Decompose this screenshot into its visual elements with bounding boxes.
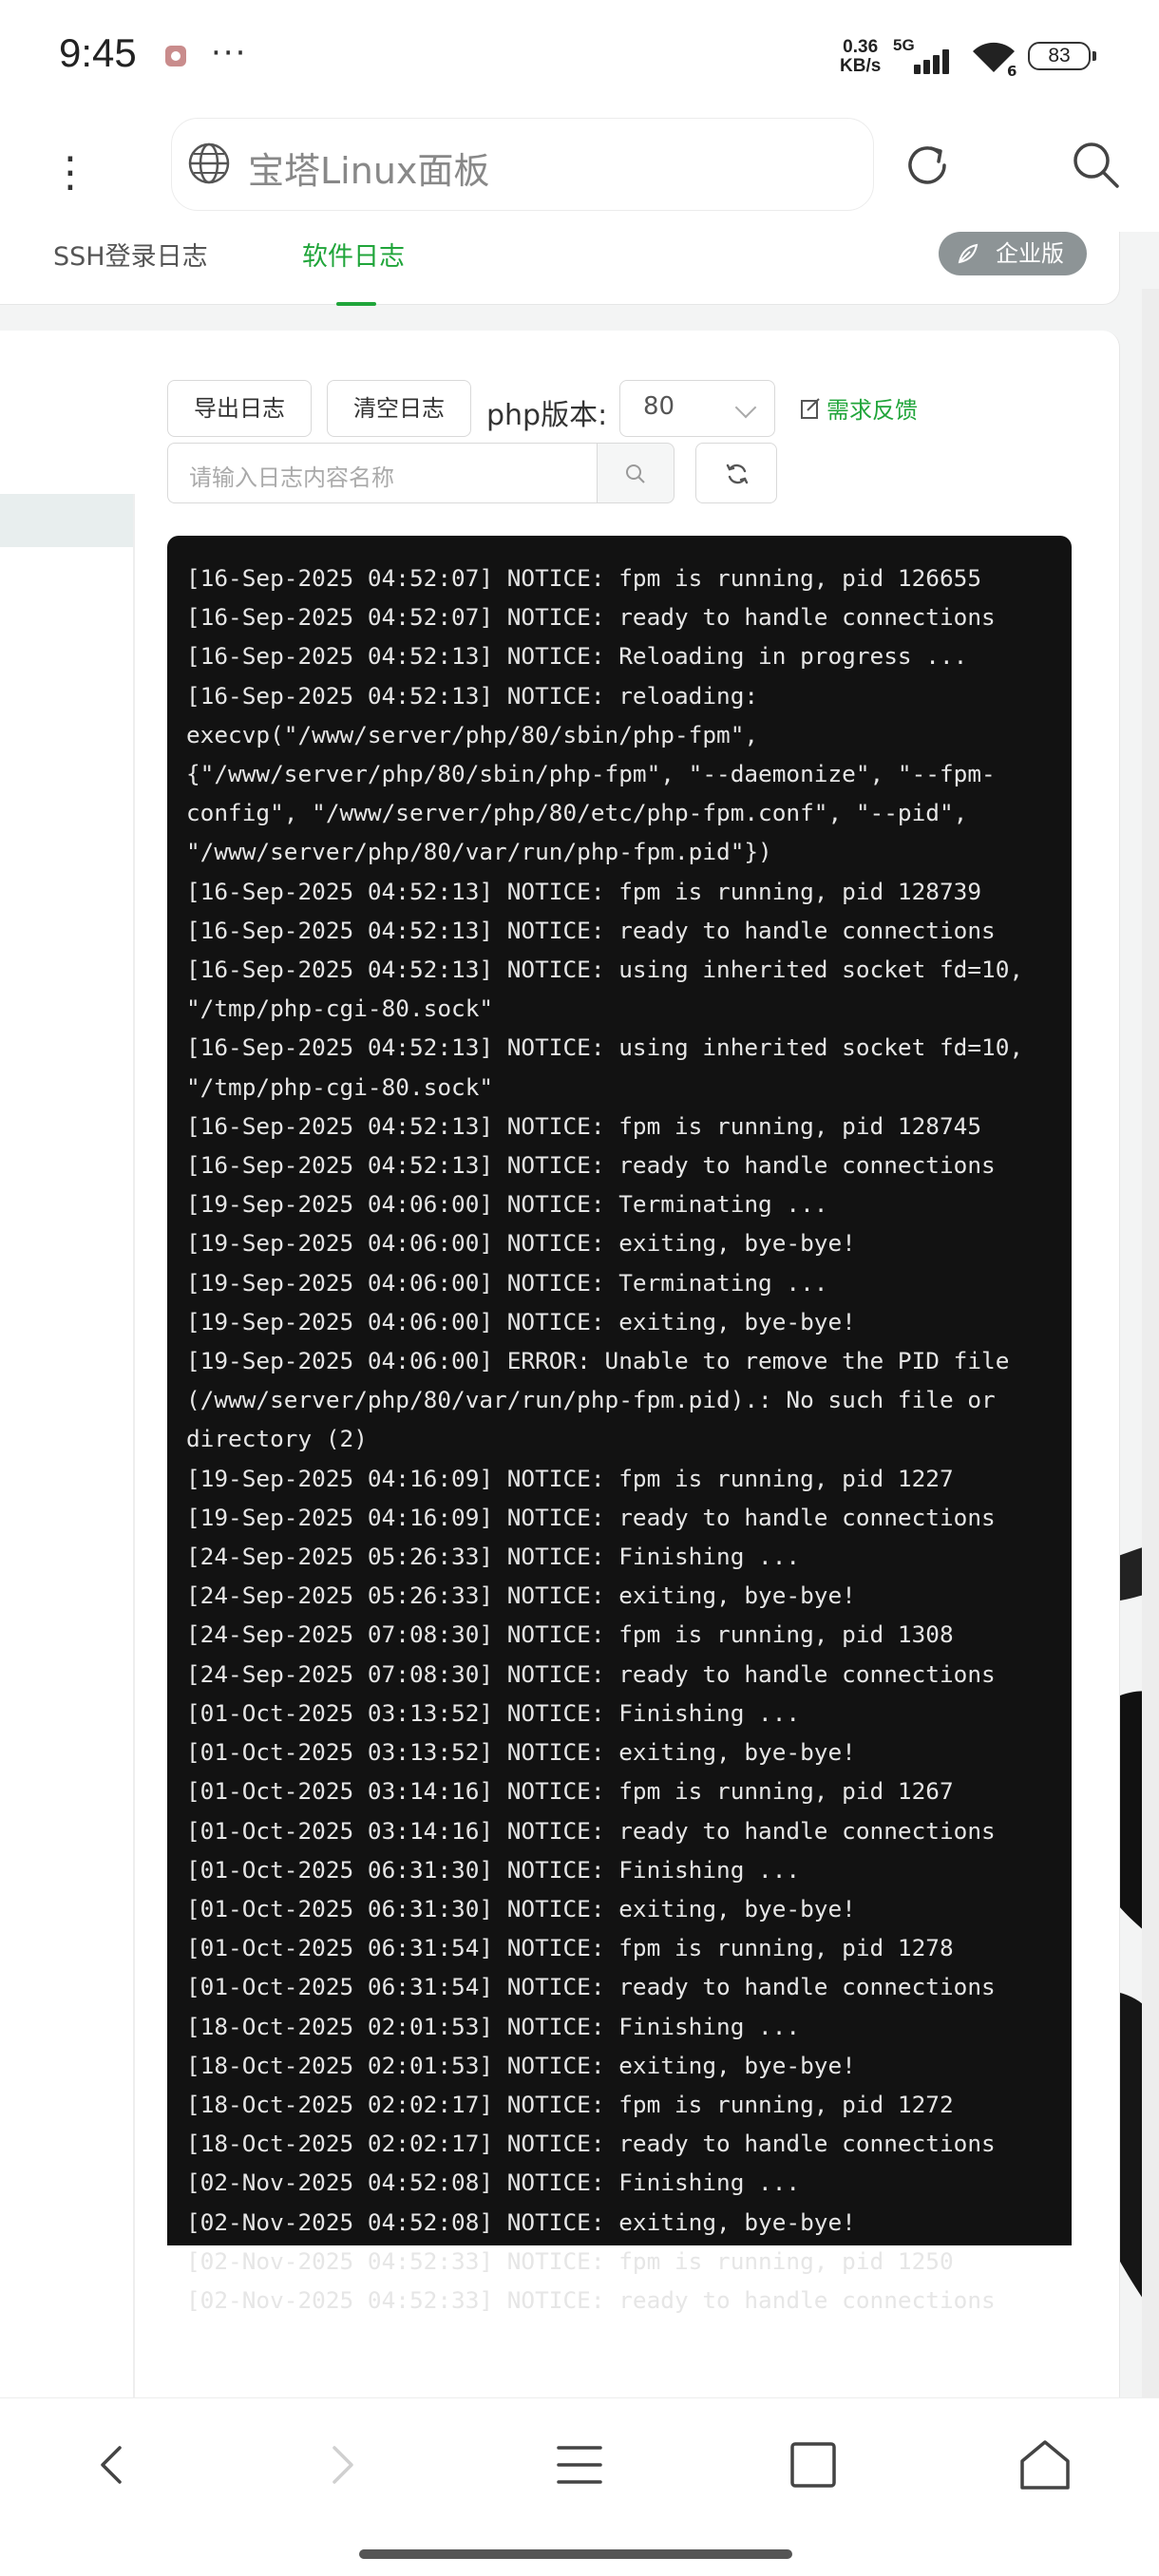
enterprise-badge[interactable]: 企业版 — [939, 232, 1087, 275]
export-log-button[interactable]: 导出日志 — [167, 380, 312, 437]
wifi-standard: 6 — [1007, 63, 1017, 80]
php-version-label: php版本: — [486, 399, 608, 432]
menu-icon[interactable] — [551, 2436, 608, 2493]
magnifier-icon — [626, 464, 645, 483]
active-tab-indicator — [336, 302, 376, 306]
log-tabs: SSH登录日志 软件日志 企业版 — [0, 232, 1120, 306]
more-vertical-icon[interactable]: ⋮ — [49, 135, 91, 211]
address-text: 宝塔Linux面板 — [248, 150, 490, 192]
more-notifications-icon: ··· — [211, 34, 248, 72]
search-icon[interactable] — [1068, 137, 1125, 194]
status-bar: 9:45 ··· 0.36 KB/s 5G 6 83 — [0, 0, 1159, 112]
status-time: 9:45 — [59, 30, 137, 75]
network-speed: 0.36 KB/s — [840, 38, 881, 76]
feedback-link[interactable]: 需求反馈 — [826, 391, 918, 425]
refresh-icon — [726, 464, 749, 484]
browser-toolbar: ⋮ 宝塔Linux面板 — [0, 112, 1159, 232]
battery-indicator: 83 — [1028, 42, 1096, 70]
refresh-log-button[interactable] — [695, 443, 777, 503]
clear-log-button[interactable]: 清空日志 — [327, 380, 471, 437]
network-type: 5G — [893, 36, 915, 54]
enterprise-badge-label: 企业版 — [996, 240, 1064, 267]
forward-icon[interactable] — [314, 2436, 370, 2493]
tabs-icon[interactable] — [785, 2436, 842, 2493]
network-speed-value: 0.36 — [843, 37, 879, 57]
reload-icon[interactable] — [901, 139, 954, 192]
log-viewer[interactable]: [16-Sep-2025 04:52:07] NOTICE: fpm is ru… — [167, 536, 1072, 2314]
globe-icon — [188, 142, 230, 184]
chevron-down-icon — [734, 396, 757, 419]
back-icon[interactable] — [84, 2436, 141, 2493]
signal-icon — [914, 47, 958, 74]
tab-software-log[interactable]: 软件日志 — [302, 236, 405, 273]
tab-ssh-login-log[interactable]: SSH登录日志 — [53, 236, 208, 273]
network-speed-unit: KB/s — [840, 56, 882, 76]
log-search-input[interactable]: 请输入日志内容名称 — [167, 443, 597, 503]
gesture-home-bar[interactable] — [359, 2549, 792, 2559]
home-icon[interactable] — [1016, 2436, 1074, 2493]
php-version-select[interactable]: 80 — [619, 380, 775, 437]
php-version-value: 80 — [643, 392, 675, 421]
page-content: SSH登录日志 软件日志 企业版 导出日志 清空日志 php版本: 80 需求反… — [0, 232, 1159, 2397]
sidebar-divider — [133, 494, 135, 2397]
screen-record-icon — [165, 46, 186, 66]
log-content: [16-Sep-2025 04:52:07] NOTICE: fpm is ru… — [186, 564, 1024, 2314]
address-bar[interactable]: 宝塔Linux面板 — [171, 118, 874, 211]
scrollbar[interactable] — [1142, 289, 1159, 2397]
browser-bottom-nav — [0, 2397, 1159, 2531]
log-search-button[interactable] — [597, 443, 674, 503]
leaf-icon — [958, 243, 978, 264]
log-search-placeholder: 请输入日志内容名称 — [189, 464, 394, 491]
sidebar-strip — [0, 494, 135, 547]
edit-icon[interactable] — [800, 397, 821, 420]
